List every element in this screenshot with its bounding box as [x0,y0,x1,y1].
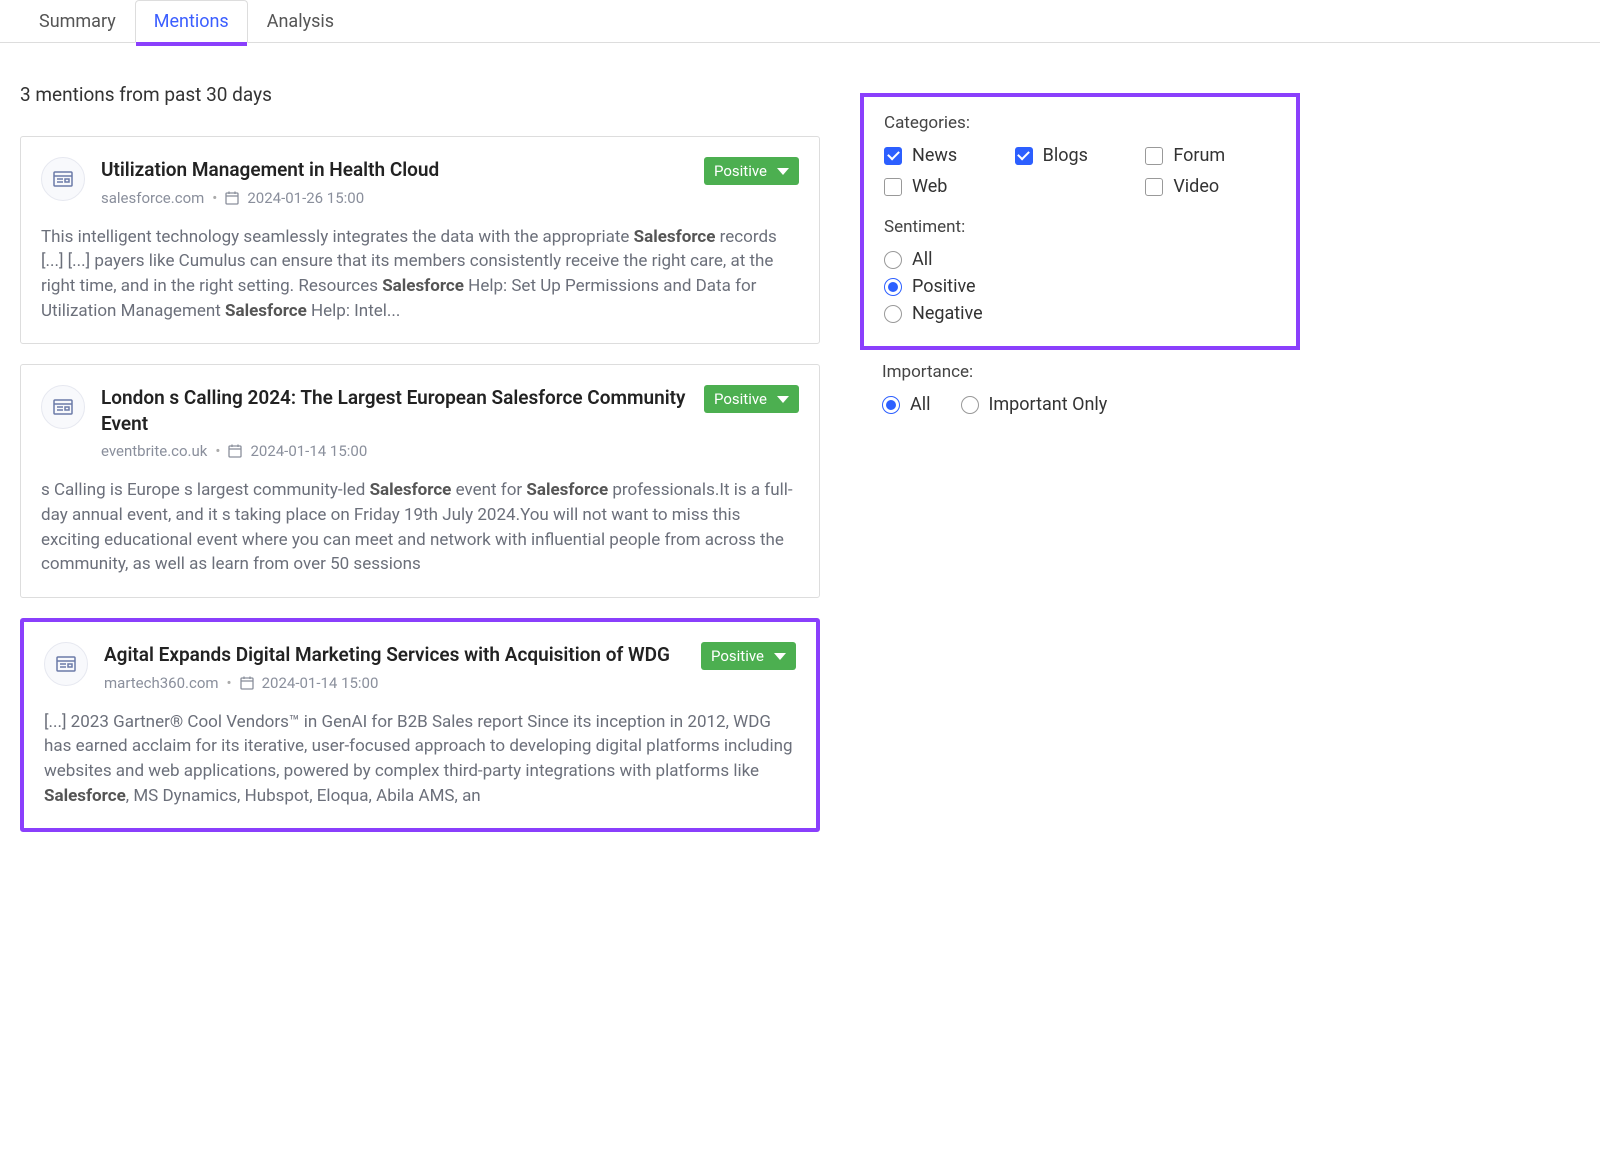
mentions-list: Utilization Management in Health Cloud sa… [20,136,820,832]
importance-option-all[interactable]: All [882,394,931,415]
mention-card[interactable]: Agital Expands Digital Marketing Service… [20,618,820,832]
category-option-web[interactable]: Web [884,176,1015,197]
mention-card[interactable]: London s Calling 2024: The Largest Europ… [20,364,820,598]
importance-options: All Important Only [882,394,1278,415]
checkbox-icon [1145,178,1163,196]
sentiment-badge-label: Positive [714,390,767,408]
sentiment-option-positive[interactable]: Positive [884,276,1276,297]
news-icon [44,642,88,686]
sentiment-badge[interactable]: Positive [704,157,799,185]
separator-dot: • [212,189,217,207]
sentiment-option-label: Negative [912,303,983,324]
chevron-down-icon [774,653,786,660]
sentiment-options: All Positive Negative [884,249,1276,324]
radio-icon [884,251,902,269]
mention-datetime: 2024-01-14 15:00 [250,442,367,460]
categories-grid: News Blogs Forum Web Video [884,145,1276,197]
category-label: Forum [1173,145,1225,166]
category-label: Web [912,176,947,197]
checkbox-icon [884,178,902,196]
mention-excerpt: [...] 2023 Gartner® Cool Vendors™ in Gen… [44,710,796,809]
categories-label: Categories: [884,113,1276,133]
chevron-down-icon [777,396,789,403]
sentiment-badge-label: Positive [711,647,764,665]
sentiment-badge[interactable]: Positive [704,385,799,413]
sentiment-option-all[interactable]: All [884,249,1276,270]
radio-icon [882,396,900,414]
sentiment-label: Sentiment: [884,217,1276,237]
tabs-bar: Summary Mentions Analysis [0,0,1600,43]
mention-source: martech360.com [104,674,219,692]
category-option-forum[interactable]: Forum [1145,145,1276,166]
mentions-count: 3 mentions from past 30 days [20,83,820,106]
mention-datetime: 2024-01-26 15:00 [247,189,364,207]
filters-panel: Categories: News Blogs Forum Web Video Senti… [860,93,1300,350]
mention-source: eventbrite.co.uk [101,442,207,460]
sentiment-option-label: Positive [912,276,976,297]
importance-label: Importance: [882,362,1278,382]
news-icon [41,157,85,201]
category-label: Video [1173,176,1219,197]
checkbox-icon [884,147,902,165]
sentiment-option-negative[interactable]: Negative [884,303,1276,324]
mention-title[interactable]: Utilization Management in Health Cloud [101,157,688,183]
sentiment-badge[interactable]: Positive [701,642,796,670]
tab-analysis[interactable]: Analysis [248,0,353,42]
chevron-down-icon [777,168,789,175]
importance-block: Importance: All Important Only [860,350,1300,415]
sentiment-option-label: All [912,249,933,270]
radio-icon [884,305,902,323]
mention-meta: eventbrite.co.uk • 2024-01-14 15:00 [101,442,688,460]
separator-dot: • [215,442,220,460]
category-label: News [912,145,957,166]
checkbox-icon [1145,147,1163,165]
mention-title[interactable]: Agital Expands Digital Marketing Service… [104,642,685,668]
mention-meta: martech360.com • 2024-01-14 15:00 [104,674,685,692]
mention-title[interactable]: London s Calling 2024: The Largest Europ… [101,385,688,436]
importance-option-label: Important Only [989,394,1108,415]
calendar-icon [228,444,242,458]
calendar-icon [240,676,254,690]
calendar-icon [225,191,239,205]
tab-mentions[interactable]: Mentions [135,0,248,43]
mention-meta: salesforce.com • 2024-01-26 15:00 [101,189,688,207]
mention-source: salesforce.com [101,189,204,207]
importance-option-label: All [910,394,931,415]
category-option-video[interactable]: Video [1145,176,1276,197]
mention-card[interactable]: Utilization Management in Health Cloud sa… [20,136,820,344]
tab-summary[interactable]: Summary [20,0,135,42]
mention-excerpt: This intelligent technology seamlessly i… [41,225,799,324]
sentiment-badge-label: Positive [714,162,767,180]
radio-icon [884,278,902,296]
news-icon [41,385,85,429]
mention-excerpt: s Calling is Europe s largest community-… [41,478,799,577]
category-option-news[interactable]: News [884,145,1015,166]
importance-option-important-only[interactable]: Important Only [961,394,1108,415]
radio-icon [961,396,979,414]
category-option-blogs[interactable]: Blogs [1015,145,1146,166]
checkbox-icon [1015,147,1033,165]
separator-dot: • [227,674,232,692]
category-label: Blogs [1043,145,1088,166]
mention-datetime: 2024-01-14 15:00 [262,674,379,692]
